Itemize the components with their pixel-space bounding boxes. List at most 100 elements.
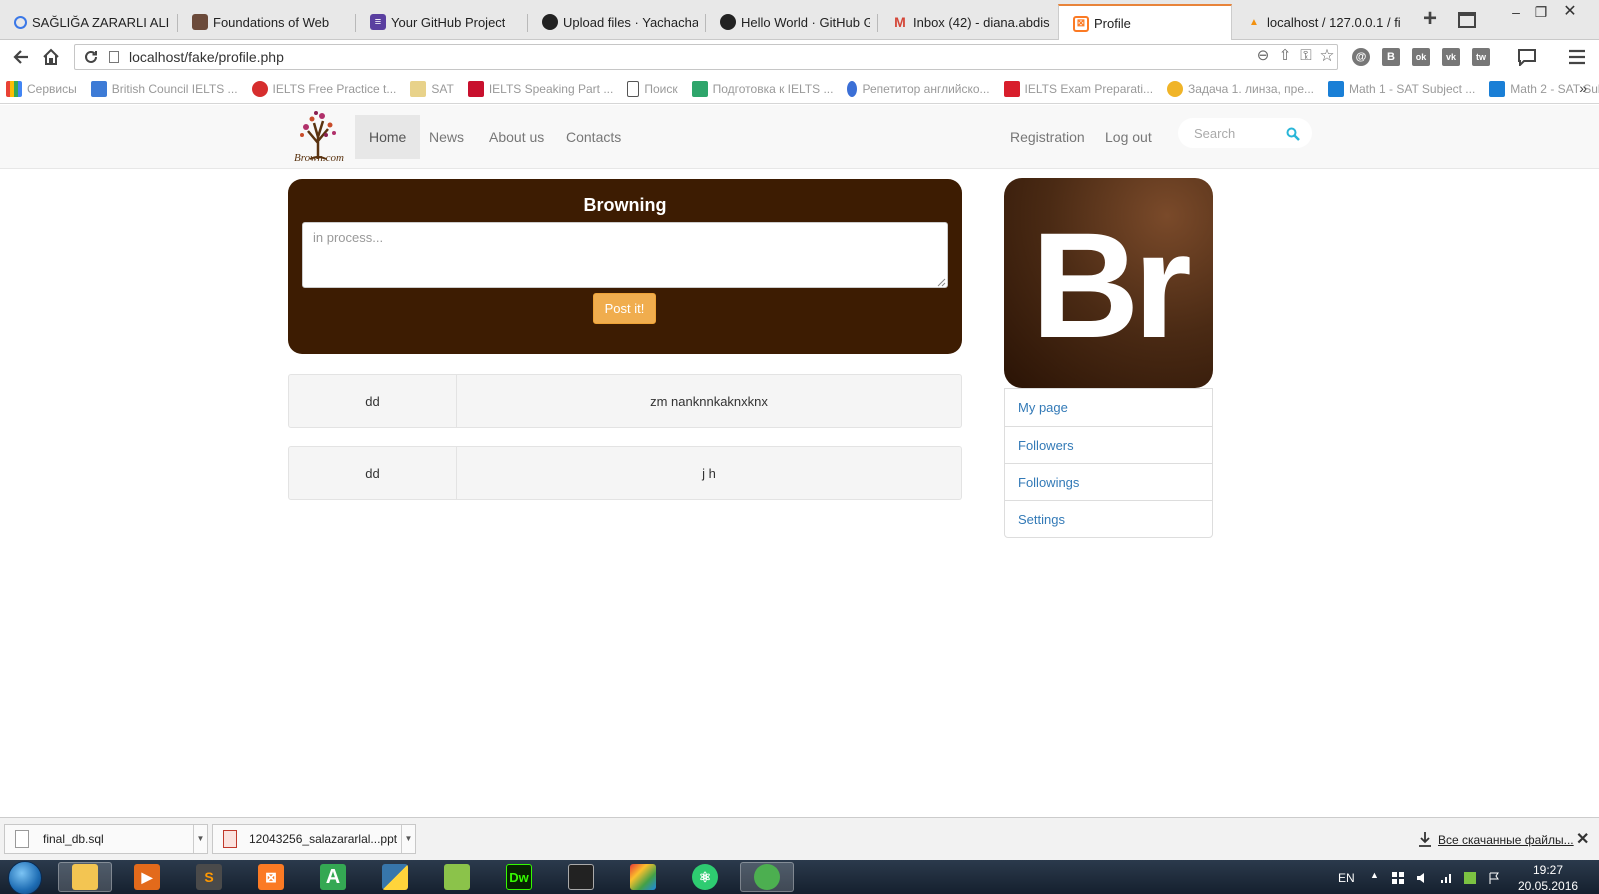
browser-tab[interactable]: Upload files · Yachachadi bbox=[528, 4, 706, 40]
flag-icon[interactable] bbox=[1488, 872, 1500, 884]
browser-toolbar: ⊖ ⇧ ⚿ ☆ @ B ok vk tw bbox=[0, 40, 1599, 74]
nav-home[interactable]: Home bbox=[355, 115, 421, 159]
side-menu-followers[interactable]: Followers bbox=[1005, 426, 1212, 463]
download-item[interactable]: 12043256_salazararlal...ppt ▼ bbox=[212, 824, 416, 854]
clock-date[interactable]: 20.05.2016 bbox=[1518, 879, 1578, 893]
resize-grip-icon[interactable] bbox=[937, 278, 946, 287]
taskbar-chrome[interactable] bbox=[740, 862, 794, 892]
show-all-downloads-link[interactable]: Все скачанные файлы... bbox=[1438, 833, 1574, 847]
b-extension-icon[interactable]: B bbox=[1382, 48, 1400, 66]
close-window-button[interactable]: ✕ bbox=[1560, 4, 1580, 20]
menu-icon[interactable] bbox=[1566, 46, 1588, 68]
url-input[interactable] bbox=[129, 49, 1337, 65]
close-download-bar-button[interactable]: ✕ bbox=[1576, 829, 1589, 849]
taskbar-atom[interactable]: ⚛ bbox=[678, 862, 732, 892]
bookmark-item[interactable]: IELTS Free Practice t... bbox=[251, 80, 396, 97]
bookmark-item[interactable]: IELTS Speaking Part ... bbox=[467, 80, 613, 97]
twitter-extension-icon[interactable]: tw bbox=[1472, 48, 1490, 66]
new-tab-button[interactable]: + bbox=[1418, 7, 1442, 32]
nav-registration[interactable]: Registration bbox=[996, 115, 1099, 159]
download-item[interactable]: final_db.sql ▼ bbox=[4, 824, 208, 854]
bookmark-favicon-icon bbox=[847, 80, 858, 97]
bookmark-item[interactable]: Сервисы bbox=[6, 80, 77, 97]
taskbar-feather-app[interactable] bbox=[616, 862, 670, 892]
taskbar-dreamweaver[interactable]: Dw bbox=[492, 862, 546, 892]
post-composer-title: Browning bbox=[583, 195, 667, 215]
post-textarea[interactable] bbox=[302, 222, 948, 288]
bookmark-favicon-icon bbox=[1167, 80, 1184, 97]
search-input[interactable] bbox=[1194, 125, 1284, 141]
nav-news[interactable]: News bbox=[415, 115, 478, 159]
start-button[interactable] bbox=[8, 861, 42, 894]
bookmark-favicon-icon bbox=[1328, 80, 1345, 97]
side-menu-followings[interactable]: Followings bbox=[1005, 463, 1212, 500]
vk-extension-icon[interactable]: vk bbox=[1442, 48, 1460, 66]
network-icon[interactable] bbox=[1440, 872, 1452, 884]
feather-icon bbox=[630, 864, 656, 890]
tray-green-app-icon[interactable] bbox=[1464, 872, 1476, 884]
nav-about-us[interactable]: About us bbox=[475, 115, 558, 159]
page-info-icon[interactable] bbox=[109, 51, 119, 63]
tab-search-icon[interactable] bbox=[1458, 12, 1476, 28]
bookmark-item[interactable]: British Council IELTS ... bbox=[90, 80, 238, 97]
media-player-icon: ▶ bbox=[134, 864, 160, 890]
mail-extension-icon[interactable]: @ bbox=[1352, 48, 1370, 66]
bookmark-item[interactable]: Math 1 - SAT Subject ... bbox=[1328, 80, 1475, 97]
bookmarks-overflow-button[interactable]: » bbox=[1579, 80, 1587, 96]
minimize-button[interactable]: – bbox=[1506, 4, 1526, 20]
taskbar-app-a[interactable]: A bbox=[306, 862, 360, 892]
browser-tab[interactable]: Hello World · GitHub Gui bbox=[706, 4, 878, 40]
download-menu-chevron-icon[interactable]: ▼ bbox=[401, 825, 415, 853]
side-menu-my-page[interactable]: My page bbox=[1005, 389, 1212, 426]
browser-tab[interactable]: M Inbox (42) - diana.abdisa bbox=[878, 4, 1058, 40]
browser-tab-active[interactable]: ⊠ Profile bbox=[1058, 4, 1232, 41]
side-menu-settings[interactable]: Settings bbox=[1005, 500, 1212, 537]
bookmark-item[interactable]: Поиск bbox=[627, 80, 678, 97]
taskbar-python[interactable] bbox=[368, 862, 422, 892]
windows-flag-icon[interactable] bbox=[1392, 872, 1404, 884]
share-icon[interactable]: ⇧ bbox=[1276, 47, 1294, 65]
taskbar-explorer[interactable] bbox=[58, 862, 112, 892]
bookmark-star-icon[interactable]: ☆ bbox=[1318, 47, 1336, 65]
bookmark-item[interactable]: SAT bbox=[410, 80, 454, 97]
nav-contacts[interactable]: Contacts bbox=[552, 115, 635, 159]
bookmark-item[interactable]: Задача 1. линза, пре... bbox=[1167, 80, 1314, 97]
volume-icon[interactable] bbox=[1416, 872, 1428, 884]
bookmark-item[interactable]: IELTS Exam Preparati... bbox=[1003, 80, 1153, 97]
restore-button[interactable]: ❐ bbox=[1531, 4, 1551, 20]
download-menu-chevron-icon[interactable]: ▼ bbox=[193, 825, 207, 853]
folder-icon bbox=[72, 864, 98, 890]
taskbar-xampp[interactable]: ⊠ bbox=[244, 862, 298, 892]
chat-icon[interactable] bbox=[1516, 46, 1538, 68]
language-indicator[interactable]: EN bbox=[1338, 871, 1355, 885]
reload-icon[interactable] bbox=[83, 49, 99, 65]
bookmark-favicon-icon bbox=[410, 80, 427, 97]
zoom-icon[interactable]: ⊖ bbox=[1254, 47, 1272, 65]
key-icon[interactable]: ⚿ bbox=[1297, 47, 1315, 65]
clock-time[interactable]: 19:27 bbox=[1533, 863, 1563, 877]
taskbar-notepad[interactable] bbox=[430, 862, 484, 892]
browser-tab[interactable]: SAĞLIĞA ZARARLI ALIŞKA bbox=[0, 4, 178, 40]
browser-tab[interactable]: ▲ localhost / 127.0.0.1 / fina bbox=[1232, 4, 1408, 40]
ok-extension-icon[interactable]: ok bbox=[1412, 48, 1430, 66]
home-icon[interactable] bbox=[40, 46, 62, 68]
browser-tab[interactable]: Foundations of Web bbox=[178, 4, 356, 40]
address-bar[interactable] bbox=[74, 44, 1338, 70]
atom-icon: ⚛ bbox=[692, 864, 718, 890]
bookmark-item[interactable]: Подготовка к IELTS ... bbox=[691, 80, 833, 97]
post-it-button[interactable]: Post it! bbox=[593, 293, 656, 324]
back-icon[interactable] bbox=[10, 46, 32, 68]
feed-author: dd bbox=[288, 446, 457, 500]
taskbar-sublime[interactable]: S bbox=[182, 862, 236, 892]
github-icon bbox=[542, 14, 558, 30]
tray-overflow-icon[interactable]: ▲ bbox=[1370, 870, 1379, 880]
taskbar-media-player[interactable]: ▶ bbox=[120, 862, 174, 892]
search-icon[interactable] bbox=[1286, 127, 1300, 141]
browser-tab[interactable]: ≡ Your GitHub Project bbox=[356, 4, 528, 40]
bookmark-favicon-icon bbox=[1489, 80, 1506, 97]
bookmark-item[interactable]: Репетитор английско... bbox=[847, 80, 990, 97]
nav-log-out[interactable]: Log out bbox=[1091, 115, 1166, 159]
site-navbar: Home News About us Contacts Registration… bbox=[0, 105, 1599, 169]
python-icon bbox=[382, 864, 408, 890]
taskbar-terminal[interactable] bbox=[554, 862, 608, 892]
